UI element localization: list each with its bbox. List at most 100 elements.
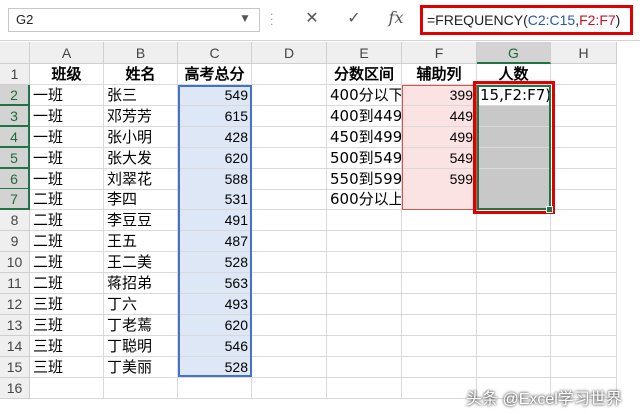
- cell-d12[interactable]: [252, 293, 327, 315]
- cell-d14[interactable]: [252, 335, 327, 357]
- row-header[interactable]: 8: [0, 210, 30, 232]
- cell-d10[interactable]: [252, 252, 327, 274]
- cell-a1[interactable]: 班级: [30, 64, 104, 85]
- cell-c2[interactable]: 549: [178, 84, 252, 106]
- cell-b16[interactable]: [104, 377, 178, 399]
- cell-b2[interactable]: 张三: [104, 84, 178, 106]
- cell-b14[interactable]: 丁聪明: [104, 335, 178, 357]
- cell-a3[interactable]: 一班: [30, 105, 104, 127]
- cell-b5[interactable]: 张大发: [104, 147, 178, 169]
- cell-h5[interactable]: [551, 147, 617, 169]
- cell-a6[interactable]: 一班: [30, 168, 104, 190]
- row-header[interactable]: 14: [0, 335, 30, 357]
- cell-e13[interactable]: [327, 314, 402, 336]
- cell-d8[interactable]: [252, 210, 327, 232]
- row-header[interactable]: 7: [0, 189, 30, 211]
- cell-g5[interactable]: [477, 147, 551, 169]
- cell-c1[interactable]: 高考总分: [178, 64, 252, 85]
- insert-function-icon[interactable]: fx: [378, 8, 414, 32]
- name-box[interactable]: G2: [8, 8, 260, 32]
- cell-e2[interactable]: 400分以下: [327, 84, 402, 106]
- cell-h11[interactable]: [551, 273, 617, 294]
- cell-f14[interactable]: [402, 335, 477, 357]
- cell-e12[interactable]: [327, 293, 402, 315]
- cell-c12[interactable]: 493: [178, 293, 252, 315]
- cell-e9[interactable]: [327, 231, 402, 253]
- cell-c10[interactable]: 528: [178, 252, 252, 274]
- row-header[interactable]: 12: [0, 293, 30, 315]
- column-header-c[interactable]: C: [178, 42, 252, 64]
- cell-c15[interactable]: 528: [178, 356, 252, 378]
- cell-b15[interactable]: 丁美丽: [104, 356, 178, 378]
- row-header[interactable]: 10: [0, 252, 30, 274]
- cell-d13[interactable]: [252, 314, 327, 336]
- column-header-g[interactable]: G: [477, 42, 551, 64]
- cell-h12[interactable]: [551, 293, 617, 315]
- cell-f3[interactable]: 449: [402, 105, 477, 127]
- cell-c4[interactable]: 428: [178, 126, 252, 148]
- cell-h14[interactable]: [551, 335, 617, 357]
- cell-g3[interactable]: [477, 105, 551, 127]
- row-header[interactable]: 16: [0, 377, 30, 399]
- row-header[interactable]: 3: [0, 105, 30, 127]
- cell-g15[interactable]: [477, 356, 551, 378]
- cell-b11[interactable]: 蒋招弟: [104, 273, 178, 294]
- cell-f15[interactable]: [402, 356, 477, 378]
- cell-d4[interactable]: [252, 126, 327, 148]
- cell-c13[interactable]: 620: [178, 314, 252, 336]
- cell-g6[interactable]: [477, 168, 551, 190]
- row-header[interactable]: 11: [0, 273, 30, 294]
- cell-g10[interactable]: [477, 252, 551, 274]
- cell-g13[interactable]: [477, 314, 551, 336]
- cell-a11[interactable]: 二班: [30, 273, 104, 294]
- cell-b10[interactable]: 王二美: [104, 252, 178, 274]
- cell-f10[interactable]: [402, 252, 477, 274]
- cell-c3[interactable]: 615: [178, 105, 252, 127]
- cell-b4[interactable]: 张小明: [104, 126, 178, 148]
- cell-a10[interactable]: 二班: [30, 252, 104, 274]
- cell-f6[interactable]: 599: [402, 168, 477, 190]
- cell-e3[interactable]: 400到449: [327, 105, 402, 127]
- select-all-corner[interactable]: [0, 42, 30, 64]
- enter-icon[interactable]: ✓: [336, 8, 372, 32]
- cell-a13[interactable]: 三班: [30, 314, 104, 336]
- column-header-b[interactable]: B: [104, 42, 178, 64]
- cell-g1[interactable]: 人数: [477, 64, 551, 85]
- cell-e4[interactable]: 450到499: [327, 126, 402, 148]
- cell-b6[interactable]: 刘翠花: [104, 168, 178, 190]
- cell-h15[interactable]: [551, 356, 617, 378]
- cell-e6[interactable]: 550到599: [327, 168, 402, 190]
- cell-e1[interactable]: 分数区间: [327, 64, 402, 85]
- column-header-h[interactable]: H: [551, 42, 617, 64]
- cell-d15[interactable]: [252, 356, 327, 378]
- cell-f8[interactable]: [402, 210, 477, 232]
- cell-a5[interactable]: 一班: [30, 147, 104, 169]
- cell-a2[interactable]: 一班: [30, 84, 104, 106]
- cell-f12[interactable]: [402, 293, 477, 315]
- formula-input[interactable]: =FREQUENCY(C2:C15,F2:F7): [420, 5, 633, 35]
- cell-b3[interactable]: 邓芳芳: [104, 105, 178, 127]
- cell-g2[interactable]: 15,F2:F7): [477, 84, 551, 106]
- cell-b1[interactable]: 姓名: [104, 64, 178, 85]
- row-header[interactable]: 6: [0, 168, 30, 190]
- cell-a8[interactable]: 二班: [30, 210, 104, 232]
- cell-b13[interactable]: 丁老蔫: [104, 314, 178, 336]
- cell-d7[interactable]: [252, 189, 327, 211]
- row-header[interactable]: 5: [0, 147, 30, 169]
- cancel-icon[interactable]: ✕: [294, 8, 330, 32]
- cell-g11[interactable]: [477, 273, 551, 294]
- column-header-e[interactable]: E: [327, 42, 402, 64]
- cell-c16[interactable]: [178, 377, 252, 399]
- cell-d6[interactable]: [252, 168, 327, 190]
- cell-d3[interactable]: [252, 105, 327, 127]
- cell-h6[interactable]: [551, 168, 617, 190]
- cell-c14[interactable]: 546: [178, 335, 252, 357]
- cell-c9[interactable]: 487: [178, 231, 252, 253]
- cell-e15[interactable]: [327, 356, 402, 378]
- cell-h7[interactable]: [551, 189, 617, 211]
- cell-d2[interactable]: [252, 84, 327, 106]
- cell-f4[interactable]: 499: [402, 126, 477, 148]
- cell-h2[interactable]: [551, 84, 617, 106]
- cell-a4[interactable]: 一班: [30, 126, 104, 148]
- cell-c5[interactable]: 620: [178, 147, 252, 169]
